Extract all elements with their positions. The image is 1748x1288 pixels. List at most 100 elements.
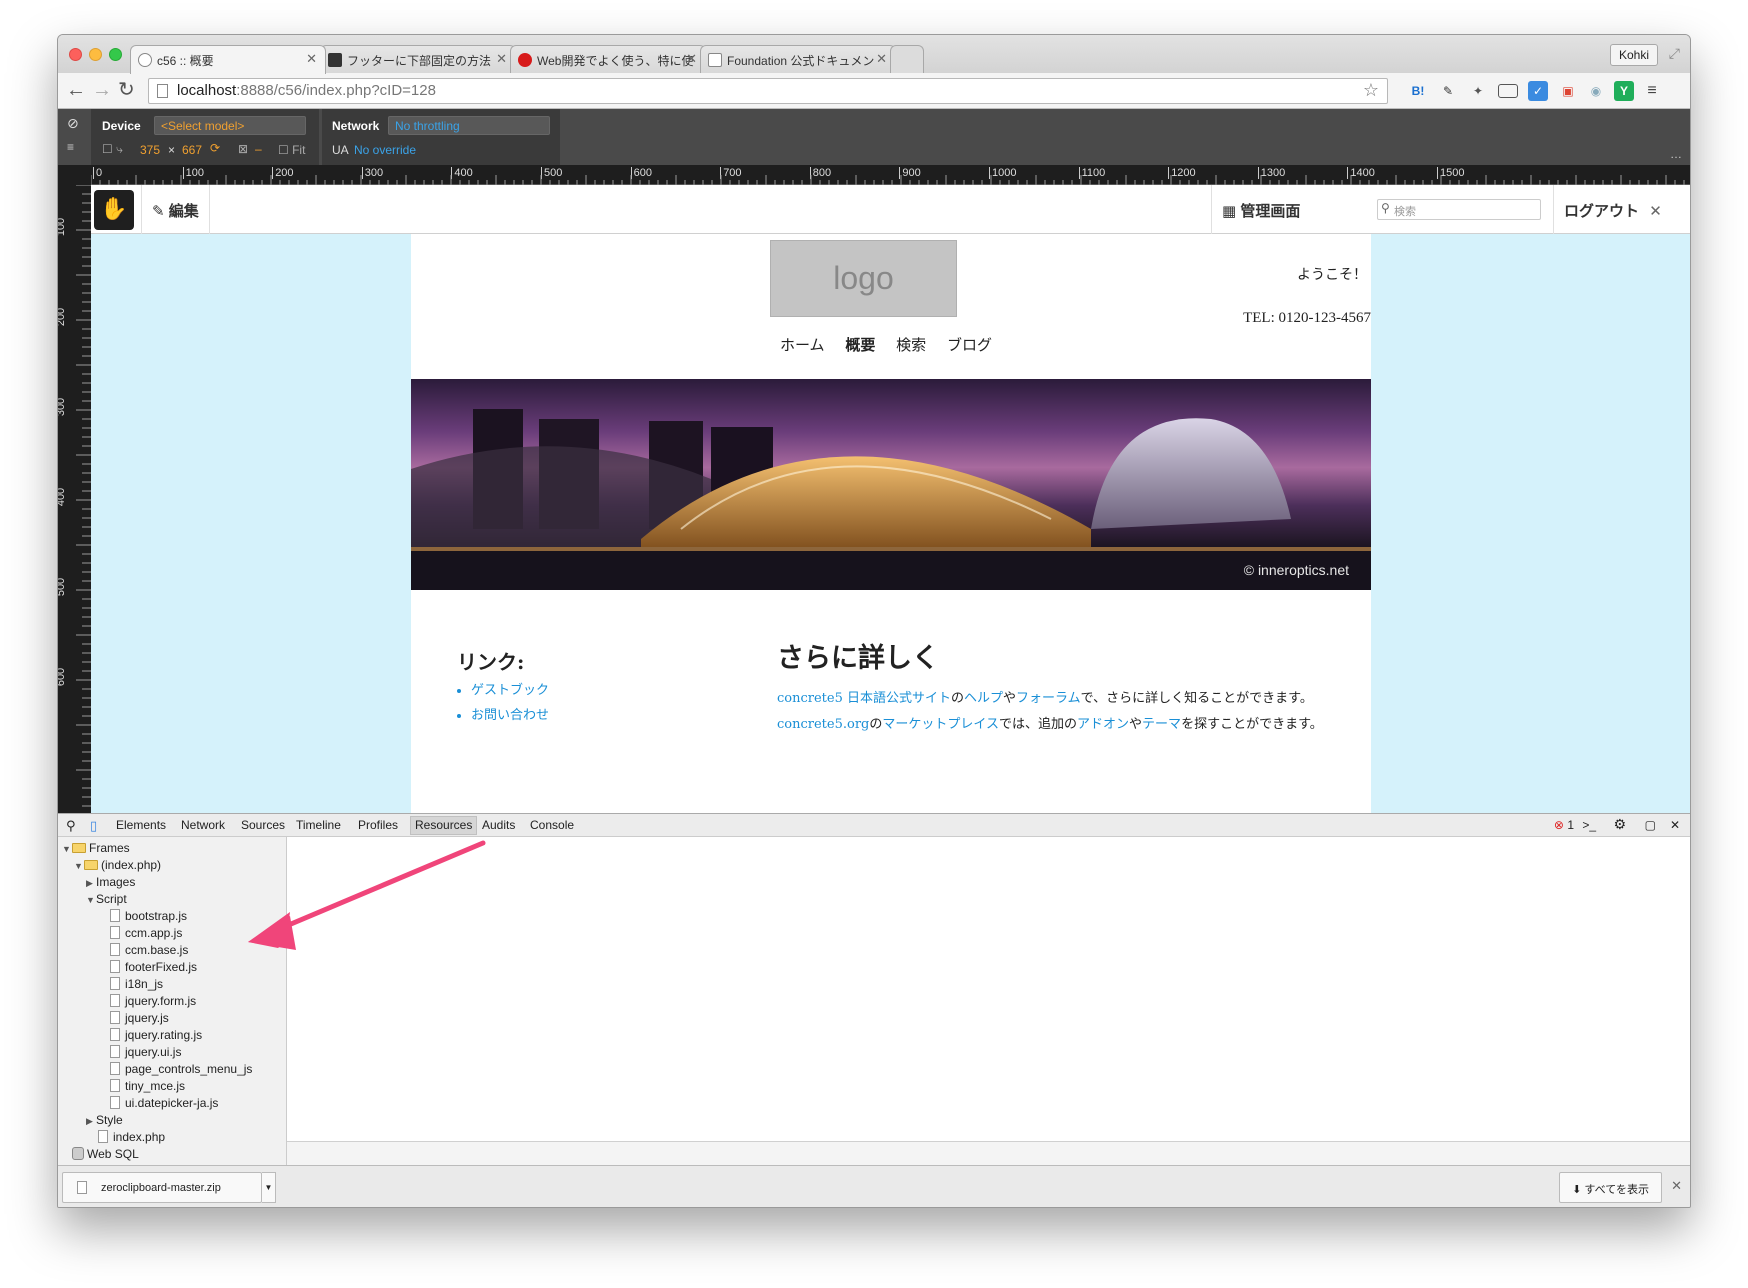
- nav-search[interactable]: 検索: [896, 336, 926, 354]
- fit-checkbox[interactable]: ☐ Fit: [278, 143, 305, 157]
- browser-tab-2[interactable]: フッターに下部固定の方法 ✕: [320, 45, 516, 73]
- tree-script-file[interactable]: ui.datepicker-ja.js: [110, 1096, 218, 1110]
- tree-frames[interactable]: ▼ Frames: [62, 841, 130, 855]
- tab-profiles[interactable]: Profiles: [358, 818, 398, 832]
- tab-network[interactable]: Network: [181, 818, 225, 832]
- ua-override-field[interactable]: No override: [354, 143, 416, 157]
- inline-link[interactable]: ヘルプ: [964, 691, 1003, 706]
- tree-script-file[interactable]: ccm.base.js: [110, 943, 188, 957]
- tree-script-file[interactable]: jquery.rating.js: [110, 1028, 202, 1042]
- tree-script-file[interactable]: ccm.app.js: [110, 926, 182, 940]
- reload-icon[interactable]: ↻: [118, 79, 135, 101]
- tree-script-file[interactable]: bootstrap.js: [110, 909, 187, 923]
- profile-button[interactable]: Kohki: [1609, 44, 1658, 66]
- inline-link[interactable]: マーケットプレイス: [882, 717, 999, 732]
- network-throttling-select[interactable]: No throttling: [388, 116, 550, 135]
- eyedropper-icon[interactable]: ✎: [1438, 81, 1458, 101]
- nav-about[interactable]: 概要: [845, 336, 875, 354]
- back-arrow-icon[interactable]: ←: [66, 79, 86, 101]
- close-tab-icon[interactable]: ✕: [876, 51, 887, 67]
- hatena-bookmark-icon[interactable]: B!: [1408, 81, 1428, 101]
- tab-sources[interactable]: Sources: [241, 818, 285, 832]
- bookmark-star-icon[interactable]: ☆: [1363, 80, 1379, 101]
- inline-link[interactable]: concrete5.org: [777, 717, 869, 732]
- error-count-badge[interactable]: ⊗ 1: [1554, 818, 1574, 832]
- tree-label: Images: [96, 875, 136, 889]
- inline-link[interactable]: アドオン: [1077, 717, 1129, 732]
- tab-timeline[interactable]: Timeline: [296, 818, 341, 832]
- link-guestbook[interactable]: ゲストブック: [471, 679, 549, 698]
- settings-gear-icon[interactable]: ⚙: [1613, 816, 1626, 833]
- block-icon[interactable]: ⊘: [67, 115, 79, 132]
- tree-script[interactable]: ▼Script: [86, 892, 127, 906]
- tab-audits[interactable]: Audits: [482, 818, 515, 832]
- inline-link[interactable]: テーマ: [1142, 717, 1181, 732]
- concrete5-hand-icon[interactable]: ✋: [94, 190, 134, 230]
- fullscreen-icon[interactable]: ⤢: [1669, 45, 1680, 62]
- swap-dimensions-icon[interactable]: ⟳: [210, 141, 220, 155]
- tree-style[interactable]: ▶ Style: [86, 1113, 123, 1127]
- close-tab-icon[interactable]: ✕: [496, 51, 507, 67]
- cms-search-input[interactable]: ⚲ 検索: [1377, 199, 1541, 220]
- zoom-window-button[interactable]: [109, 48, 122, 61]
- nav-blog[interactable]: ブログ: [947, 336, 992, 354]
- download-options-chevron-icon[interactable]: ▼: [262, 1172, 276, 1203]
- link-contact[interactable]: お問い合わせ: [471, 704, 549, 723]
- browser-tab-4[interactable]: Foundation 公式ドキュメン ✕: [700, 45, 896, 73]
- close-tab-icon[interactable]: ✕: [686, 51, 697, 67]
- flip-checkbox[interactable]: ☐ ⤷: [102, 142, 123, 157]
- tree-websql[interactable]: Web SQL: [72, 1147, 139, 1161]
- close-tab-icon[interactable]: ✕: [306, 51, 317, 67]
- tab-console[interactable]: Console: [530, 818, 574, 832]
- browser-tab-1[interactable]: c56 :: 概要 ✕: [130, 45, 326, 74]
- tree-images[interactable]: ▶ Images: [86, 875, 135, 889]
- camera-icon[interactable]: ◉: [1586, 81, 1606, 101]
- tree-script-file[interactable]: footerFixed.js: [110, 960, 197, 974]
- file-icon: [110, 1011, 120, 1024]
- close-devtools-icon[interactable]: ✕: [1670, 818, 1680, 832]
- tree-index-frame[interactable]: ▼ (index.php): [74, 858, 161, 872]
- show-all-downloads-button[interactable]: ⬇ すべてを表示: [1559, 1172, 1662, 1203]
- download-item[interactable]: zeroclipboard-master.zip: [62, 1172, 262, 1203]
- tree-script-file[interactable]: jquery.ui.js: [110, 1045, 181, 1059]
- nav-home[interactable]: ホーム: [780, 336, 825, 354]
- dock-side-icon[interactable]: ▢: [1645, 818, 1656, 832]
- pixel-ratio-icon[interactable]: ⊠: [238, 142, 248, 156]
- close-window-button[interactable]: [69, 48, 82, 61]
- tab-elements[interactable]: Elements: [116, 818, 166, 832]
- evernote-icon[interactable]: ✦: [1468, 81, 1488, 101]
- close-downloads-icon[interactable]: ✕: [1671, 1178, 1682, 1194]
- media-query-icon[interactable]: ≡: [67, 140, 74, 154]
- device-select[interactable]: <Select model>: [154, 116, 306, 135]
- minimize-window-button[interactable]: [89, 48, 102, 61]
- more-options-icon[interactable]: …: [1670, 147, 1682, 161]
- tree-script-file[interactable]: tiny_mce.js: [110, 1079, 185, 1093]
- site-logo[interactable]: logo: [770, 240, 957, 317]
- device-mode-icon[interactable]: ▯: [90, 818, 97, 834]
- dashboard-button[interactable]: ▦ 管理画面: [1211, 185, 1310, 234]
- tab-extension-icon[interactable]: ▣: [1558, 81, 1578, 101]
- edit-button[interactable]: ✎ 編集: [141, 185, 210, 234]
- checklist-icon[interactable]: ✓: [1528, 81, 1548, 101]
- viewport-width-field[interactable]: 375: [140, 143, 160, 157]
- menu-icon[interactable]: ≡: [1642, 81, 1662, 101]
- tree-script-file[interactable]: page_controls_menu_js: [110, 1062, 252, 1076]
- browser-tab-3[interactable]: Web開発でよく使う、特に使 ✕: [510, 45, 706, 73]
- tree-script-file[interactable]: i18n_js: [110, 977, 163, 991]
- forward-arrow-icon[interactable]: →: [92, 79, 112, 101]
- logout-button[interactable]: ログアウト ✕: [1553, 185, 1690, 234]
- pixel-ratio-value[interactable]: –: [255, 142, 262, 156]
- console-drawer-icon[interactable]: >_: [1582, 818, 1596, 832]
- tree-script-file[interactable]: jquery.js: [110, 1011, 169, 1025]
- inline-link[interactable]: フォーラム: [1016, 691, 1081, 706]
- inline-link[interactable]: concrete5 日本語公式サイト: [777, 691, 951, 706]
- address-bar[interactable]: localhost:8888/c56/index.php?cID=128 ☆: [148, 78, 1388, 104]
- tree-script-file[interactable]: jquery.form.js: [110, 994, 196, 1008]
- y-extension-icon[interactable]: Y: [1614, 81, 1634, 101]
- inspect-search-icon[interactable]: ⚲: [66, 818, 76, 834]
- window-resizer-icon[interactable]: [1498, 84, 1518, 98]
- tree-index-file[interactable]: index.php: [98, 1130, 165, 1144]
- viewport-height-field[interactable]: 667: [182, 143, 202, 157]
- new-tab-button[interactable]: [890, 45, 924, 73]
- tab-resources[interactable]: Resources: [410, 816, 478, 835]
